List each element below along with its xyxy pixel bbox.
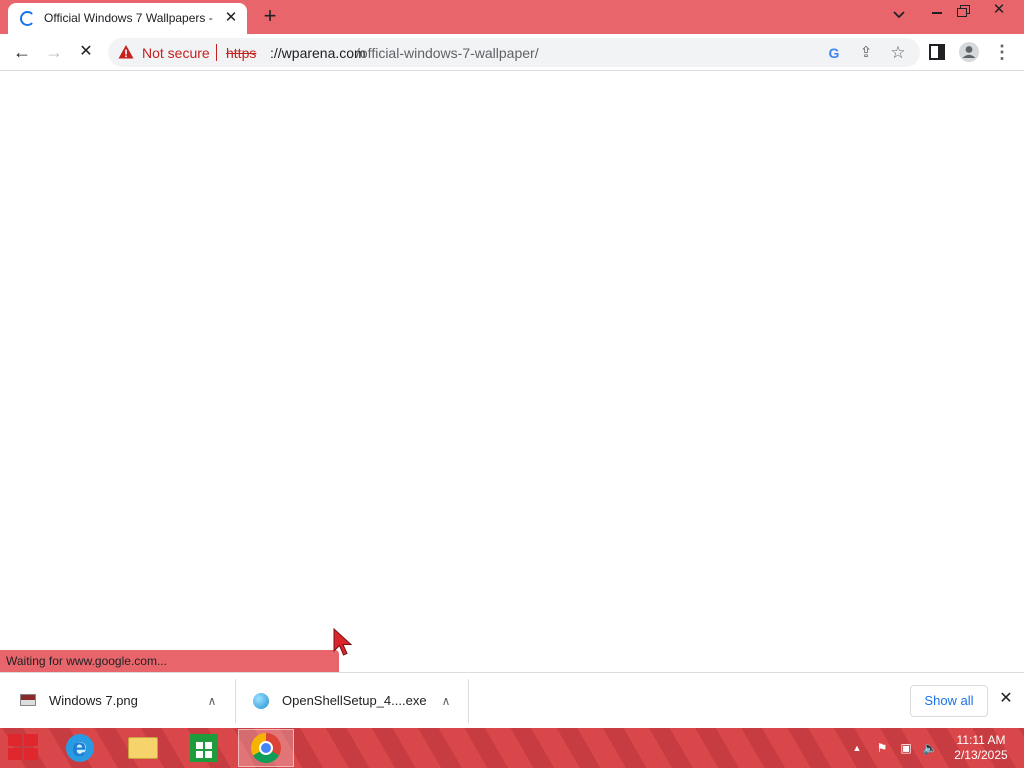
- taskbar-store[interactable]: [176, 729, 232, 767]
- side-panel-icon: [929, 44, 945, 60]
- minimize-button[interactable]: [925, 0, 949, 26]
- image-file-icon: [20, 694, 36, 706]
- download-filename[interactable]: OpenShellSetup_4....exe: [282, 693, 427, 709]
- close-icon: ✕: [992, 1, 1006, 18]
- address-bar[interactable]: Not secure https ://wparena.com /officia…: [108, 38, 920, 67]
- browser-menu-button[interactable]: ⋮: [990, 40, 1014, 64]
- new-tab-button[interactable]: +: [258, 5, 282, 28]
- forward-button[interactable]: →: [42, 40, 66, 64]
- internet-explorer-icon: [66, 732, 94, 763]
- google-lens-icon[interactable]: G: [824, 43, 844, 63]
- clock-time: 11:11 AM: [956, 733, 1006, 747]
- url-scheme[interactable]: https: [226, 45, 256, 61]
- installer-file-icon: [253, 693, 269, 709]
- divider: [216, 44, 217, 61]
- chevron-down-icon: [893, 11, 905, 19]
- chevron-up-icon[interactable]: ∧: [202, 691, 222, 711]
- volume-icon[interactable]: 🔈: [920, 740, 940, 756]
- show-all-downloads-button[interactable]: Show all: [910, 685, 988, 717]
- windows-logo-icon: [8, 734, 22, 746]
- status-bubble: Waiting for www.google.com...: [0, 650, 339, 672]
- side-panel-button[interactable]: [925, 40, 949, 64]
- tab-close-button[interactable]: ✕: [221, 8, 241, 28]
- warning-icon[interactable]: [118, 44, 134, 60]
- clock-date: 2/13/2025: [954, 748, 1008, 762]
- mouse-cursor-icon: [333, 628, 353, 656]
- bookmark-star-icon[interactable]: ☆: [888, 43, 908, 63]
- start-button[interactable]: [8, 734, 40, 762]
- security-status-label[interactable]: Not secure: [142, 45, 210, 61]
- profile-button[interactable]: [957, 40, 981, 64]
- show-hidden-icons-button[interactable]: ▲: [850, 740, 864, 756]
- store-icon: [190, 734, 218, 762]
- file-explorer-icon: [128, 737, 158, 759]
- taskbar: ▲ ⚑ ▣ 🔈 11:11 AM 2/13/2025: [0, 728, 1024, 768]
- taskbar-chrome[interactable]: [238, 729, 294, 767]
- chevron-up-icon[interactable]: ∧: [436, 691, 456, 711]
- url-host[interactable]: ://wparena.com: [270, 45, 366, 61]
- browser-toolbar: ← → ✕ Not secure https ://wparena.com /o…: [0, 34, 1024, 71]
- url-path[interactable]: /official-windows-7-wallpaper/: [356, 45, 539, 61]
- stop-loading-button[interactable]: ✕: [74, 40, 98, 64]
- download-shelf: Windows 7.png ∧ OpenShellSetup_4....exe …: [0, 672, 1024, 728]
- share-icon[interactable]: ⇪: [856, 43, 876, 63]
- close-window-button[interactable]: ✕: [986, 0, 1012, 26]
- page-content: [0, 71, 1024, 672]
- back-button[interactable]: ←: [10, 40, 34, 64]
- taskbar-file-explorer[interactable]: [114, 729, 170, 767]
- download-filename[interactable]: Windows 7.png: [49, 693, 138, 709]
- tab-search-button[interactable]: [886, 4, 912, 30]
- network-icon[interactable]: ▣: [897, 740, 915, 756]
- avatar-icon: [959, 42, 979, 62]
- download-item[interactable]: Windows 7.png ∧: [0, 679, 236, 723]
- taskbar-internet-explorer[interactable]: [52, 729, 108, 767]
- browser-tab[interactable]: Official Windows 7 Wallpapers - ✕: [8, 3, 247, 34]
- close-download-shelf-button[interactable]: ✕: [996, 689, 1016, 709]
- title-bar: Official Windows 7 Wallpapers - ✕ + ✕: [0, 0, 1024, 34]
- download-item[interactable]: OpenShellSetup_4....exe ∧: [237, 679, 469, 723]
- chrome-icon: [251, 733, 281, 763]
- tab-title: Official Windows 7 Wallpapers -: [44, 11, 213, 25]
- action-center-flag-icon[interactable]: ⚑: [873, 740, 891, 756]
- restore-button[interactable]: [951, 0, 975, 26]
- loading-spinner-icon: [20, 11, 35, 26]
- system-clock[interactable]: 11:11 AM 2/13/2025: [948, 733, 1014, 763]
